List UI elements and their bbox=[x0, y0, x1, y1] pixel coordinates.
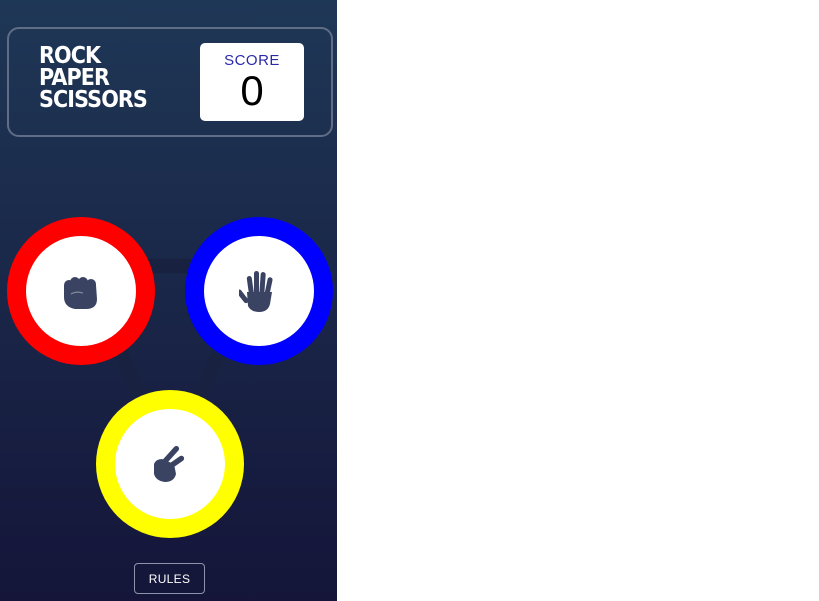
rock-choice-inner bbox=[26, 236, 136, 346]
scissors-choice-inner bbox=[115, 409, 225, 519]
open-hand-icon bbox=[239, 271, 273, 312]
paper-choice-inner bbox=[204, 236, 314, 346]
fist-icon bbox=[64, 277, 97, 309]
scissors-choice-button[interactable] bbox=[96, 390, 244, 538]
peace-hand-icon bbox=[154, 445, 185, 482]
rock-choice-button[interactable] bbox=[7, 217, 155, 365]
game-panel: ROCK PAPER SCISSORS SCORE 0 RULES bbox=[0, 0, 337, 601]
rules-button[interactable]: RULES bbox=[134, 563, 205, 594]
paper-choice-button[interactable] bbox=[185, 217, 333, 365]
